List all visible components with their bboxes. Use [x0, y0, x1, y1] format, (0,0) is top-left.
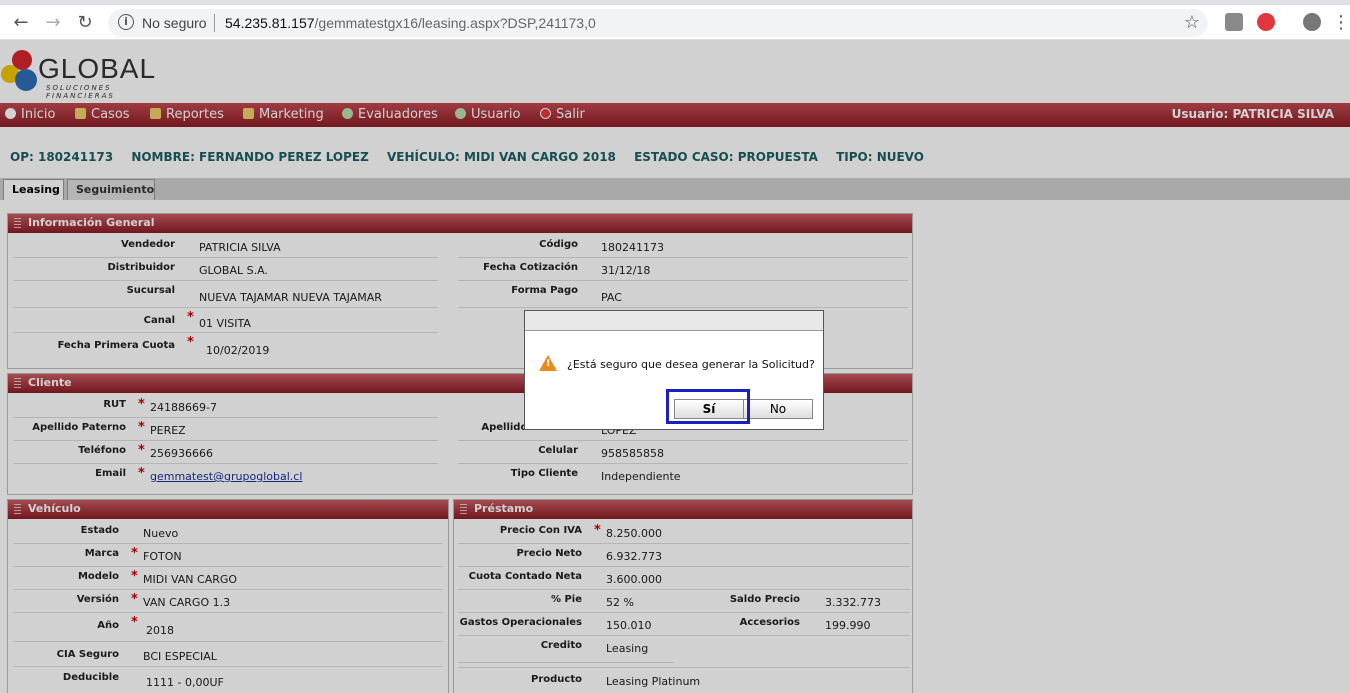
info-icon[interactable]: i	[118, 14, 134, 30]
bookmark-star-icon[interactable]: ☆	[1184, 12, 1200, 33]
url-path: /gemmatestgx16/leasing.aspx?DSP,241173,0	[314, 15, 596, 31]
reload-icon[interactable]: ↻	[72, 10, 98, 36]
forward-icon[interactable]: →	[40, 10, 66, 36]
url-host: 54.235.81.157	[225, 15, 315, 31]
warning-icon: !	[539, 355, 557, 371]
dialog-titlebar	[525, 311, 823, 331]
browser-toolbar: ← → ↻ i No seguro 54.235.81.157/gemmates…	[0, 0, 1350, 40]
menu-kebab-icon[interactable]: ⋮	[1332, 10, 1350, 36]
url-text[interactable]: 54.235.81.157/gemmatestgx16/leasing.aspx…	[225, 15, 596, 31]
security-label: No seguro	[142, 15, 207, 31]
extension-icon[interactable]	[1257, 13, 1275, 31]
profile-avatar[interactable]	[1303, 13, 1321, 31]
no-button[interactable]: No	[743, 399, 813, 419]
dialog-message: ¿Está seguro que desea generar la Solici…	[567, 358, 815, 371]
back-icon[interactable]: ←	[8, 10, 34, 36]
address-bar[interactable]: i No seguro 54.235.81.157/gemmatestgx16/…	[108, 9, 1208, 37]
pdf-extension-icon[interactable]	[1225, 13, 1243, 31]
divider	[214, 14, 215, 32]
tab-strip	[0, 0, 1350, 5]
focus-highlight	[666, 389, 750, 424]
